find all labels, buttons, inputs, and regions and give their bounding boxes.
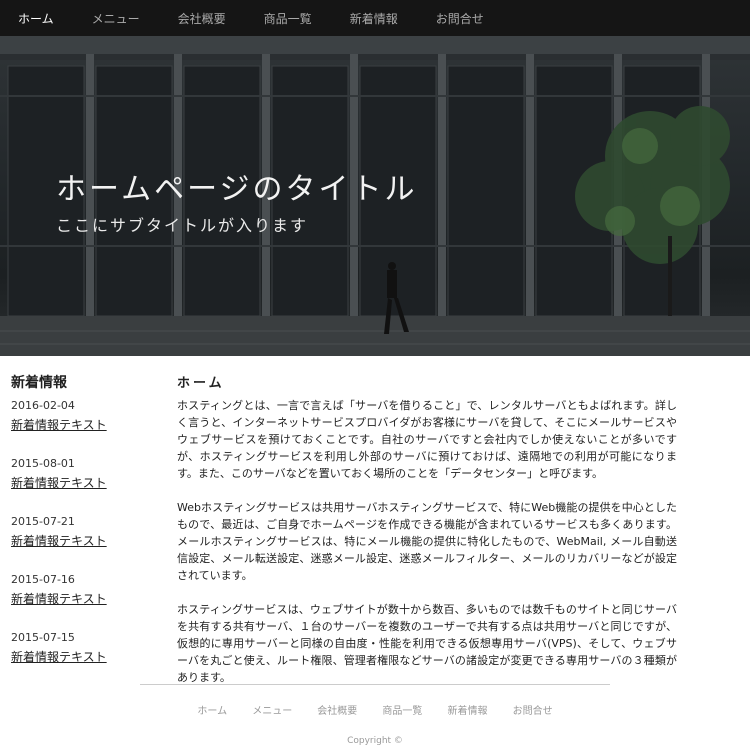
top-nav: ホーム メニュー 会社概要 商品一覧 新着情報 お問合せ xyxy=(0,0,750,36)
news-link[interactable]: 新着情報テキスト xyxy=(11,534,107,548)
news-date: 2015-07-16 xyxy=(11,573,75,586)
news-date: 2015-08-01 xyxy=(11,457,75,470)
footer-nav-products[interactable]: 商品一覧 xyxy=(382,706,422,717)
copyright: Copyright © xyxy=(347,736,403,746)
news-item: 2016-02-04 新着情報テキスト xyxy=(11,398,161,434)
nav-item-home[interactable]: ホーム xyxy=(18,10,54,27)
footer-nav-contact[interactable]: お問合せ xyxy=(513,706,553,717)
news-link[interactable]: 新着情報テキスト xyxy=(11,592,107,606)
content-paragraph: ホスティングとは、一言で言えば「サーバを借りること」で、レンタルサーバともよばれ… xyxy=(177,399,677,480)
news-link[interactable]: 新着情報テキスト xyxy=(11,650,107,664)
nav-item-news[interactable]: 新着情報 xyxy=(350,10,398,27)
content-paragraph: ホスティングサービスは、ウェブサイトが数十から数百、多いものでは数千ものサイトと… xyxy=(177,603,677,684)
news-date: 2015-07-21 xyxy=(11,515,75,528)
news-date: 2016-02-04 xyxy=(11,399,75,412)
main-content: ホーム ホスティングとは、一言で言えば「サーバを借りること」で、レンタルサーバと… xyxy=(177,372,677,703)
news-item: 2015-07-21 新着情報テキスト xyxy=(11,514,161,550)
nav-item-menu[interactable]: メニュー xyxy=(92,10,140,27)
sidebar-title: 新着情報 xyxy=(11,375,67,391)
footer-nav: ホーム メニュー 会社概要 商品一覧 新着情報 お問合せ xyxy=(0,699,750,718)
hero-title: ホームページのタイトル xyxy=(56,172,418,207)
news-date: 2015-07-15 xyxy=(11,631,75,644)
nav-item-products[interactable]: 商品一覧 xyxy=(264,10,312,27)
news-sidebar: 新着情報 2016-02-04 新着情報テキスト 2015-08-01 新着情報… xyxy=(11,372,161,688)
news-item: 2015-08-01 新着情報テキスト xyxy=(11,456,161,492)
nav-item-company[interactable]: 会社概要 xyxy=(178,10,226,27)
content-paragraph: Webホスティングサービスは共用サーバホスティングサービスで、特にWeb機能の提… xyxy=(177,501,677,582)
footer-nav-news[interactable]: 新着情報 xyxy=(447,706,487,717)
news-link[interactable]: 新着情報テキスト xyxy=(11,418,107,432)
news-item: 2015-07-16 新着情報テキスト xyxy=(11,572,161,608)
footer-divider xyxy=(140,684,610,685)
news-item: 2015-07-15 新着情報テキスト xyxy=(11,630,161,666)
page-title: ホーム xyxy=(177,376,225,391)
nav-item-contact[interactable]: お問合せ xyxy=(436,10,484,27)
footer-nav-home[interactable]: ホーム xyxy=(197,706,227,717)
footer-nav-company[interactable]: 会社概要 xyxy=(317,706,357,717)
footer-nav-menu[interactable]: メニュー xyxy=(252,706,292,717)
hero-banner: ホームページのタイトル ここにサブタイトルが入ります xyxy=(0,36,750,356)
hero-subtitle: ここにサブタイトルが入ります xyxy=(56,216,309,235)
news-link[interactable]: 新着情報テキスト xyxy=(11,476,107,490)
